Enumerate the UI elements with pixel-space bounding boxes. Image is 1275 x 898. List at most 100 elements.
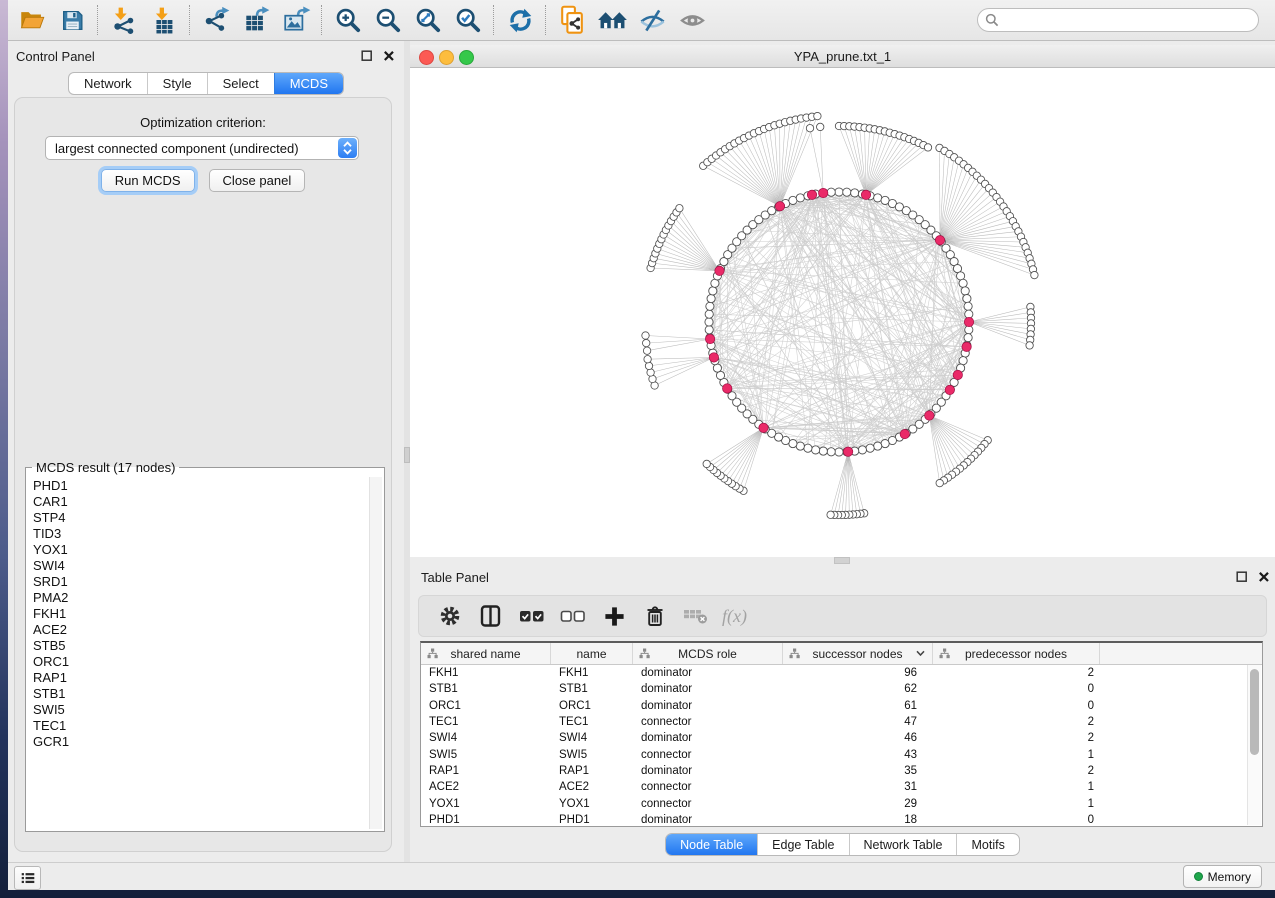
function-builder-button[interactable]: f(x)	[720, 606, 747, 627]
mcds-result-item[interactable]: STB5	[33, 638, 370, 654]
mcds-result-item[interactable]: STB1	[33, 686, 370, 702]
export-image-button[interactable]	[276, 3, 316, 37]
table-row[interactable]: TEC1TEC1connector472	[421, 714, 1262, 730]
table-row[interactable]: FKH1FKH1dominator962	[421, 665, 1262, 681]
mcds-result-item[interactable]: ACE2	[33, 622, 370, 638]
create-column-button[interactable]	[597, 600, 631, 632]
import-network-button[interactable]	[104, 3, 144, 37]
zoom-selected-button[interactable]	[448, 3, 488, 37]
gear-icon	[438, 604, 462, 628]
tab-mcds[interactable]: MCDS	[274, 73, 343, 94]
first-neighbors-button[interactable]	[592, 3, 632, 37]
zoom-fit-button[interactable]	[408, 3, 448, 37]
show-panels-button[interactable]	[14, 866, 41, 890]
table-row[interactable]: SWI4SWI4dominator462	[421, 730, 1262, 746]
table-cell: 2	[933, 667, 1100, 679]
mcds-result-item[interactable]: RAP1	[33, 670, 370, 686]
export-network-button[interactable]	[196, 3, 236, 37]
mcds-result-item[interactable]: YOX1	[33, 542, 370, 558]
mcds-result-item[interactable]: TEC1	[33, 718, 370, 734]
table-cell: 2	[933, 732, 1100, 744]
table-settings-button[interactable]	[433, 600, 467, 632]
mcds-result-item[interactable]: SRD1	[33, 574, 370, 590]
table-cell: connector	[633, 749, 783, 761]
mcds-result-list[interactable]: PHD1CAR1STP4TID3YOX1SWI4SRD1PMA2FKH1ACE2…	[26, 476, 370, 830]
table-cell: 0	[933, 814, 1100, 826]
mcds-result-item[interactable]: PHD1	[33, 478, 370, 494]
table-split-divider[interactable]	[410, 557, 1275, 565]
column-header-predecessor-nodes[interactable]: predecessor nodes	[933, 643, 1100, 664]
import-table-button[interactable]	[144, 3, 184, 37]
mcds-result-item[interactable]: ORC1	[33, 654, 370, 670]
tab-network-table[interactable]: Network Table	[849, 834, 957, 855]
table-scrollbar[interactable]	[1247, 665, 1261, 825]
mcds-result-item[interactable]: STP4	[33, 510, 370, 526]
scrollbar-thumb[interactable]	[1250, 669, 1259, 755]
delete-table-button[interactable]	[679, 600, 713, 632]
mcds-result-item[interactable]: FKH1	[33, 606, 370, 622]
save-session-button[interactable]	[52, 3, 92, 37]
table-cell: TEC1	[421, 716, 551, 728]
toolbar-separator	[321, 5, 323, 35]
table-cell: STB1	[551, 683, 633, 695]
show-hidden-button[interactable]	[672, 3, 712, 37]
column-header-successor-nodes[interactable]: successor nodes	[783, 643, 933, 664]
table-row[interactable]: PHD1PHD1dominator180	[421, 812, 1262, 828]
mcds-result-item[interactable]: CAR1	[33, 494, 370, 510]
table-row[interactable]: RAP1RAP1dominator352	[421, 763, 1262, 779]
tab-motifs[interactable]: Motifs	[956, 834, 1018, 855]
memory-button[interactable]: Memory	[1183, 865, 1262, 888]
network-canvas[interactable]	[410, 68, 1275, 557]
tab-node-table[interactable]: Node Table	[666, 834, 757, 855]
plus-icon	[603, 605, 626, 628]
mcds-result-item[interactable]: SWI5	[33, 702, 370, 718]
control-panel-titlebar: Control Panel	[8, 41, 404, 70]
table-row[interactable]: YOX1YOX1connector291	[421, 795, 1262, 811]
column-header-shared-name[interactable]: shared name	[421, 643, 551, 664]
mcds-panel: Optimization criterion: largest connecte…	[14, 97, 392, 852]
deselect-all-rows-button[interactable]	[556, 600, 590, 632]
float-panel-icon[interactable]	[1236, 571, 1248, 583]
run-mcds-button[interactable]: Run MCDS	[101, 169, 195, 192]
show-columns-button[interactable]	[474, 600, 508, 632]
tab-style[interactable]: Style	[147, 73, 207, 94]
tab-edge-table[interactable]: Edge Table	[757, 834, 848, 855]
mcds-result-item[interactable]: SWI4	[33, 558, 370, 574]
divider-grip[interactable]	[834, 557, 850, 564]
mcds-result-item[interactable]: PMA2	[33, 590, 370, 606]
attribute-type-icon	[639, 648, 650, 659]
mcds-list-scrollbar[interactable]	[369, 477, 382, 829]
tab-network[interactable]: Network	[69, 73, 147, 94]
zoom-out-icon	[375, 7, 402, 34]
toolbar-separator	[545, 5, 547, 35]
table-row[interactable]: SWI5SWI5connector431	[421, 746, 1262, 762]
table-row[interactable]: STB1STB1dominator620	[421, 681, 1262, 697]
table-cell: 43	[783, 749, 933, 761]
tab-select[interactable]: Select	[207, 73, 274, 94]
mcds-result-item[interactable]: TID3	[33, 526, 370, 542]
close-panel-icon[interactable]	[383, 50, 395, 62]
column-header-mcds-role[interactable]: MCDS role	[633, 643, 783, 664]
criterion-select[interactable]: largest connected component (undirected)	[45, 136, 359, 160]
select-all-rows-button[interactable]	[515, 600, 549, 632]
zoom-out-button[interactable]	[368, 3, 408, 37]
tab-group: Node TableEdge TableNetwork TableMotifs	[665, 833, 1020, 856]
table-panel: Table Panel	[410, 565, 1275, 862]
close-panel-button[interactable]: Close panel	[209, 169, 306, 192]
mcds-result-item[interactable]: GCR1	[33, 734, 370, 750]
table-row[interactable]: ORC1ORC1dominator610	[421, 698, 1262, 714]
toolbar-separator	[189, 5, 191, 35]
column-header-name[interactable]: name	[551, 643, 633, 664]
zoom-in-button[interactable]	[328, 3, 368, 37]
table-row[interactable]: ACE2ACE2connector311	[421, 779, 1262, 795]
apply-layout-button[interactable]	[500, 3, 540, 37]
delete-columns-button[interactable]	[638, 600, 672, 632]
table-cell: ACE2	[421, 781, 551, 793]
search-input[interactable]	[977, 8, 1259, 32]
network-from-selection-button[interactable]	[552, 3, 592, 37]
hide-selection-button[interactable]	[632, 3, 672, 37]
export-table-button[interactable]	[236, 3, 276, 37]
close-panel-icon[interactable]	[1258, 571, 1270, 583]
float-panel-icon[interactable]	[361, 50, 373, 62]
open-file-button[interactable]	[12, 3, 52, 37]
